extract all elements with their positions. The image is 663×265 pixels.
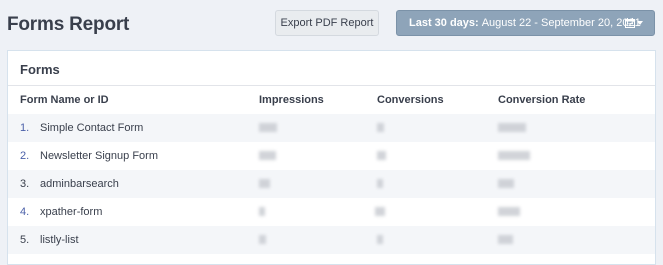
export-pdf-button[interactable]: Export PDF Report xyxy=(275,10,379,36)
page-title: Forms Report xyxy=(7,14,130,35)
impressions-value-redacted xyxy=(259,151,276,160)
forms-card: Forms Form Name or ID Impressions Conver… xyxy=(7,50,656,265)
form-name-cell[interactable]: 2. Newsletter Signup Form xyxy=(20,150,158,162)
form-name-cell[interactable]: 4. xpather-form xyxy=(20,206,102,218)
form-name: Newsletter Signup Form xyxy=(40,150,158,162)
column-header-conversion-rate: Conversion Rate xyxy=(498,94,586,106)
column-header-form-name: Form Name or ID xyxy=(20,94,109,106)
form-name: adminbarsearch xyxy=(40,178,119,190)
column-header-conversions: Conversions xyxy=(377,94,444,106)
table-row: 4. xpather-form xyxy=(8,198,655,226)
conversion-rate-value-redacted xyxy=(498,123,526,132)
conversions-value-redacted xyxy=(375,207,385,216)
conversions-value-redacted xyxy=(377,179,383,188)
form-name: xpather-form xyxy=(40,206,103,218)
form-name: listly-list xyxy=(40,234,79,246)
column-header-impressions: Impressions xyxy=(259,94,324,106)
impressions-value-redacted xyxy=(259,207,265,216)
date-range-prefix: Last 30 days: xyxy=(409,17,479,29)
form-name: Simple Contact Form xyxy=(40,122,144,134)
date-range-button[interactable]: Last 30 days: August 22 - September 20, … xyxy=(396,10,655,36)
row-index: 1. xyxy=(20,122,30,134)
table-row: 3. adminbarsearch xyxy=(8,170,655,198)
form-name-cell[interactable]: 3. adminbarsearch xyxy=(20,178,119,190)
conversions-value-redacted xyxy=(377,123,384,132)
conversion-rate-value-redacted xyxy=(498,179,514,188)
conversion-rate-value-redacted xyxy=(498,235,513,244)
impressions-value-redacted xyxy=(259,123,277,132)
row-index: 3. xyxy=(20,178,30,190)
card-divider xyxy=(8,85,655,86)
table-row: 1. Simple Contact Form xyxy=(8,114,655,142)
conversions-value-redacted xyxy=(377,235,383,244)
row-index: 2. xyxy=(20,150,30,162)
calendar-icon xyxy=(625,18,635,28)
row-index: 5. xyxy=(20,234,30,246)
conversions-value-redacted xyxy=(377,151,386,160)
table-row: 2. Newsletter Signup Form xyxy=(8,142,655,170)
impressions-value-redacted xyxy=(259,235,266,244)
row-index: 4. xyxy=(20,206,30,218)
card-title: Forms xyxy=(20,62,60,77)
conversion-rate-value-redacted xyxy=(498,151,530,160)
form-name-cell[interactable]: 5. listly-list xyxy=(20,234,79,246)
date-range-value: August 22 - September 20, 2021 xyxy=(481,17,641,29)
conversion-rate-value-redacted xyxy=(498,207,520,216)
form-name-cell[interactable]: 1. Simple Contact Form xyxy=(20,122,143,134)
caret-down-icon xyxy=(637,21,643,25)
table-row: 5. listly-list xyxy=(8,226,655,254)
impressions-value-redacted xyxy=(259,179,270,188)
